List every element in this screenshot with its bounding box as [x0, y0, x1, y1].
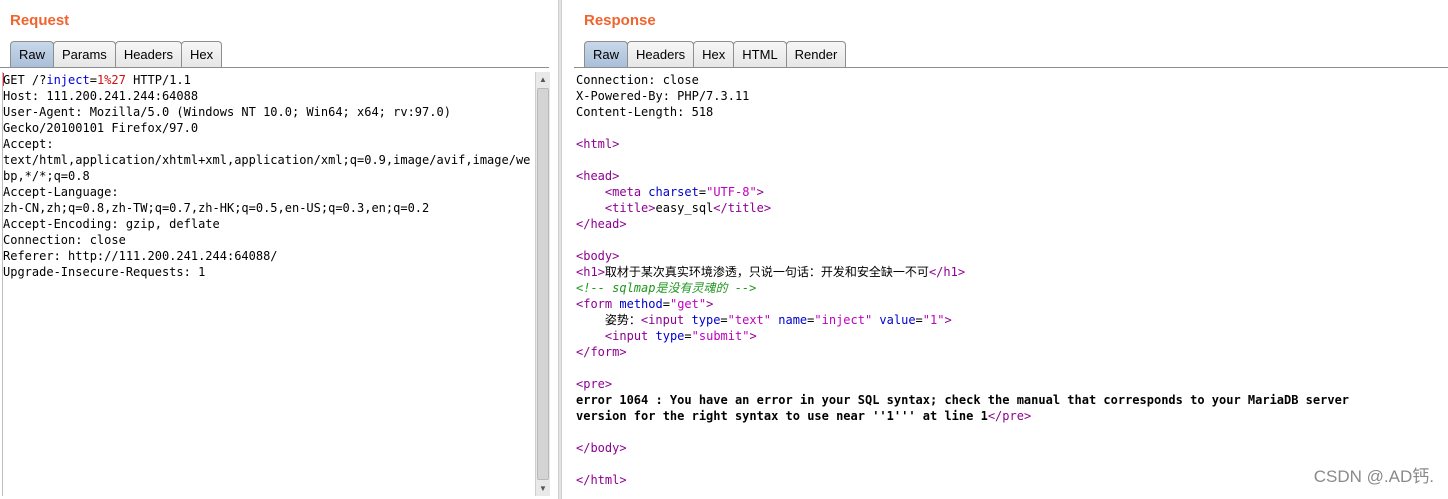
http-version: HTTP/1.1	[125, 73, 191, 87]
response-header-line: Connection: close	[576, 73, 699, 87]
request-header-line: Referer: http://111.200.241.244:64088/	[3, 249, 278, 263]
request-tab-divider	[0, 67, 549, 68]
scroll-down-arrow-icon[interactable]: ▼	[537, 482, 549, 495]
meta-line: <meta charset="UTF-8">	[604, 185, 764, 199]
response-header-line: Content-Length: 518	[576, 105, 714, 119]
request-method: GET /?	[3, 73, 47, 87]
input-submit-line: <input type="submit">	[604, 329, 757, 343]
response-tab-hex[interactable]: Hex	[693, 41, 735, 67]
response-tab-raw[interactable]: Raw	[584, 41, 629, 67]
query-equals: =	[89, 73, 97, 87]
request-header-line: Connection: close	[3, 233, 126, 247]
title-text: easy_sql	[655, 201, 714, 215]
request-header-line: bp,*/*;q=0.8	[3, 169, 90, 183]
request-header-line: Accept:	[3, 137, 54, 151]
response-tabs: Raw Headers Hex HTML Render	[584, 41, 847, 68]
body-open-line: <body>	[576, 249, 620, 263]
request-line: GET /?inject=1%27 HTTP/1.1	[3, 72, 533, 88]
request-header-line: Host: 111.200.241.244:64088	[3, 89, 199, 103]
request-editor[interactable]: GET /?inject=1%27 HTTP/1.1 Host: 111.200.…	[2, 72, 533, 496]
response-tab-headers[interactable]: Headers	[627, 41, 695, 67]
input-text-line: 姿势：<input type="text" name="inject" valu…	[604, 313, 952, 327]
response-title: Response	[584, 12, 656, 29]
sql-error-line-1: error 1064 : You have an error in your S…	[576, 393, 1350, 407]
pre-open-line: <pre>	[576, 377, 613, 391]
request-tab-hex[interactable]: Hex	[180, 41, 223, 67]
form-close-line: </form>	[576, 345, 627, 359]
input-label: 姿势：	[604, 313, 641, 327]
request-header-line: zh-CN,zh;q=0.8,zh-TW;q=0.7,zh-HK;q=0.5,e…	[3, 201, 430, 215]
request-header-line: User-Agent: Mozilla/5.0 (Windows NT 10.0…	[3, 105, 451, 119]
pane-splitter[interactable]	[558, 0, 562, 499]
response-header-line: X-Powered-By: PHP/7.3.11	[576, 89, 750, 103]
request-header-line: Upgrade-Insecure-Requests: 1	[3, 265, 206, 279]
request-title: Request	[10, 12, 70, 29]
response-pane: Response Raw Headers Hex HTML Render Con…	[574, 0, 1448, 499]
h1-line: <h1>取材于某次真实环境渗透，只说一句话：开发和安全缺一不可</h1>	[576, 265, 966, 279]
title-line: <title>easy_sql</title>	[604, 201, 772, 215]
response-editor[interactable]: Connection: close X-Powered-By: PHP/7.3.1…	[576, 72, 1446, 496]
request-header-line: Accept-Language:	[3, 185, 119, 199]
response-tab-divider	[574, 67, 1448, 68]
comment-line: <!-- sqlmap是没有灵魂的 -->	[576, 281, 757, 295]
response-tab-render[interactable]: Render	[785, 41, 847, 67]
query-param-name: inject	[46, 73, 90, 87]
request-tab-params[interactable]: Params	[53, 41, 116, 67]
head-close-line: </head>	[576, 217, 627, 231]
scroll-up-arrow-icon[interactable]: ▲	[537, 73, 549, 86]
request-tabs: Raw Params Headers Hex	[10, 41, 223, 68]
head-open-line: <head>	[576, 169, 620, 183]
html-open-line: <html>	[576, 137, 620, 151]
request-pane: Request Raw Params Headers Hex GET /?inj…	[0, 0, 551, 499]
query-param-value: 1%27	[96, 73, 126, 87]
request-header-line: Gecko/20100101 Firefox/97.0	[3, 121, 199, 135]
request-tab-raw[interactable]: Raw	[10, 41, 55, 67]
request-header-line: text/html,application/xhtml+xml,applicat…	[3, 153, 531, 167]
response-tab-html[interactable]: HTML	[733, 41, 787, 67]
scrollbar-thumb[interactable]	[537, 88, 549, 480]
form-open-line: <form method="get">	[576, 297, 714, 311]
body-close-line: </body>	[576, 441, 627, 455]
request-header-line: Accept-Encoding: gzip, deflate	[3, 217, 220, 231]
sql-error-line-2: version for the right syntax to use near…	[576, 409, 1032, 423]
request-scrollbar[interactable]: ▲ ▼	[535, 72, 550, 496]
csdn-watermark: CSDN @.AD钙.	[1313, 467, 1434, 486]
h1-text: 取材于某次真实环境渗透，只说一句话：开发和安全缺一不可	[604, 265, 929, 279]
request-tab-headers[interactable]: Headers	[114, 41, 182, 67]
